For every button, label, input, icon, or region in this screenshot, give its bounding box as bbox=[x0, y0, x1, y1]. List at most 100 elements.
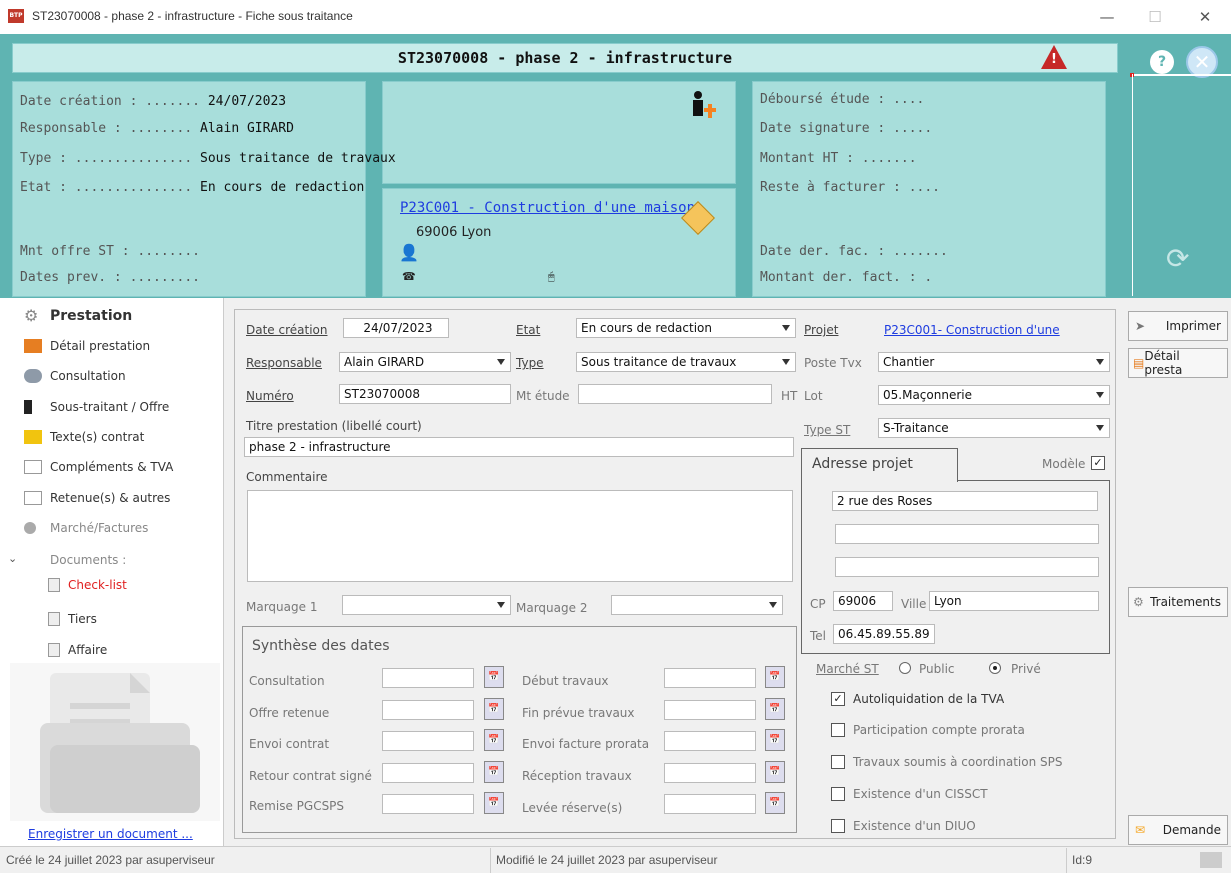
close-button[interactable]: ✕ bbox=[1190, 6, 1220, 28]
etat-value: En cours de redaction bbox=[581, 321, 712, 335]
demande-button[interactable]: ✉ Demande bbox=[1128, 815, 1228, 845]
tab-adresse-projet[interactable]: Adresse projet bbox=[801, 448, 958, 482]
minimize-button[interactable]: — bbox=[1092, 6, 1122, 28]
maximize-button[interactable]: ☐ bbox=[1140, 6, 1170, 28]
date-fin-field[interactable] bbox=[664, 700, 756, 720]
poste-tvx-select[interactable]: Chantier bbox=[878, 352, 1110, 372]
date-retour-field[interactable] bbox=[382, 763, 474, 783]
ville-field[interactable]: Lyon bbox=[929, 591, 1099, 611]
etat-select[interactable]: En cours de redaction bbox=[576, 318, 796, 338]
date-debut-field[interactable] bbox=[664, 668, 756, 688]
sidebar-item-complements[interactable]: Compléments & TVA bbox=[24, 457, 173, 477]
printer-icon: ➤ bbox=[1135, 319, 1146, 333]
project-link[interactable]: P23C001 - Construction d'une maison bbox=[400, 200, 695, 216]
lot-select[interactable]: 05.Maçonnerie bbox=[878, 385, 1110, 405]
commentaire-textarea[interactable] bbox=[247, 490, 793, 582]
address-line2[interactable] bbox=[835, 524, 1099, 544]
doc-item-label: Check-list bbox=[68, 578, 127, 592]
mt-etude-label: Mt étude bbox=[516, 389, 570, 403]
subcontractor-icon[interactable] bbox=[688, 90, 718, 126]
tel-field[interactable]: 06.45.89.55.89 bbox=[833, 624, 935, 644]
chevron-down-icon[interactable]: ⌄ bbox=[8, 552, 17, 565]
titre-field[interactable]: phase 2 - infrastructure bbox=[244, 437, 794, 457]
calendar-icon[interactable]: 📅 bbox=[484, 698, 504, 720]
type-st-select[interactable]: S-Traitance bbox=[878, 418, 1110, 438]
etat-label: Etat bbox=[516, 323, 541, 337]
sidebar-item-label: Consultation bbox=[50, 369, 126, 383]
calendar-icon[interactable]: 📅 bbox=[484, 792, 504, 814]
sidebar-item-texte[interactable]: Texte(s) contrat bbox=[24, 427, 144, 447]
sidebar-item-detail[interactable]: Détail prestation bbox=[24, 336, 150, 356]
marquage1-select[interactable] bbox=[342, 595, 511, 615]
mt-etude-field[interactable] bbox=[578, 384, 772, 404]
contact-person-icon[interactable]: 👤 bbox=[399, 243, 419, 262]
modele-checkbox[interactable]: ✓ bbox=[1091, 456, 1105, 470]
calendar-icon[interactable]: 📅 bbox=[484, 729, 504, 751]
diuo-label: Existence d'un DIUO bbox=[853, 819, 976, 833]
save-document-link[interactable]: Enregistrer un document ... bbox=[28, 827, 193, 841]
date-levee-field[interactable] bbox=[664, 794, 756, 814]
numero-field[interactable]: ST23070008 bbox=[339, 384, 511, 404]
calendar-icon[interactable]: 📅 bbox=[765, 761, 785, 783]
calendar-icon[interactable]: 📅 bbox=[765, 792, 785, 814]
prorata-checkbox[interactable] bbox=[831, 723, 845, 737]
date-remise-field[interactable] bbox=[382, 794, 474, 814]
date-consultation-field[interactable] bbox=[382, 668, 474, 688]
calendar-icon[interactable]: 📅 bbox=[484, 761, 504, 783]
montant-der-info: Montant der. fact. : . bbox=[760, 270, 933, 285]
responsable-select[interactable]: Alain GIRARD bbox=[339, 352, 511, 372]
print-button[interactable]: ➤ Imprimer bbox=[1128, 311, 1228, 341]
sidebar-item-label: Marché/Factures bbox=[50, 521, 149, 535]
mouse-icon[interactable]: 🖱 bbox=[548, 270, 555, 284]
address-line1[interactable]: 2 rue des Roses bbox=[832, 491, 1098, 511]
cissct-label: Existence d'un CISSCT bbox=[853, 787, 988, 801]
doc-item-tiers[interactable]: Tiers bbox=[48, 609, 97, 629]
sidebar-heading[interactable]: ⚙ Prestation bbox=[24, 306, 132, 326]
chevron-down-icon bbox=[769, 602, 777, 608]
diuo-checkbox[interactable] bbox=[831, 819, 845, 833]
marche-public-label: Public bbox=[919, 662, 955, 676]
date-prorata-field[interactable] bbox=[664, 731, 756, 751]
date-reception-field[interactable] bbox=[664, 763, 756, 783]
autoliquidation-checkbox[interactable]: ✓ bbox=[831, 692, 845, 706]
detail-presta-button[interactable]: ▤ Détail presta bbox=[1128, 348, 1228, 378]
marche-public-radio[interactable] bbox=[899, 662, 911, 674]
type-select[interactable]: Sous traitance de travaux bbox=[576, 352, 796, 372]
marche-prive-radio[interactable] bbox=[989, 662, 1001, 674]
sidebar-item-consultation[interactable]: Consultation bbox=[24, 366, 126, 386]
responsable-info: Responsable : ........ Alain GIRARD bbox=[20, 121, 294, 136]
refresh-icon[interactable]: ⟳ bbox=[1166, 242, 1189, 275]
cp-field[interactable]: 69006 bbox=[833, 591, 893, 611]
calendar-icon[interactable]: 📅 bbox=[765, 698, 785, 720]
date-creation-field[interactable]: 24/07/2023 bbox=[343, 318, 449, 338]
sidebar-item-sous-traitant[interactable]: Sous-traitant / Offre bbox=[24, 397, 169, 417]
chevron-down-icon bbox=[497, 359, 505, 365]
address-line3[interactable] bbox=[835, 557, 1099, 577]
marquage2-select[interactable] bbox=[611, 595, 783, 615]
sidebar-item-retenues[interactable]: Retenue(s) & autres bbox=[24, 488, 170, 508]
phone-icon[interactable]: ☎ bbox=[402, 270, 416, 283]
date-envoi-field[interactable] bbox=[382, 731, 474, 751]
resize-grip-icon[interactable] bbox=[1200, 852, 1222, 868]
type-st-label: Type ST bbox=[804, 423, 851, 437]
document-dropzone[interactable] bbox=[10, 663, 220, 821]
doc-item-affaire[interactable]: Affaire bbox=[48, 640, 107, 660]
cissct-checkbox[interactable] bbox=[831, 787, 845, 801]
list-icon bbox=[24, 339, 42, 353]
dates-group-title: Synthèse des dates bbox=[252, 638, 390, 654]
calendar-icon[interactable]: 📅 bbox=[765, 729, 785, 751]
doc-item-checklist[interactable]: Check-list bbox=[48, 575, 127, 595]
calendar-icon[interactable]: 📅 bbox=[484, 666, 504, 688]
mnt-offre-info: Mnt offre ST : ........ bbox=[20, 244, 201, 259]
date-offre-field[interactable] bbox=[382, 700, 474, 720]
calendar-icon[interactable]: 📅 bbox=[765, 666, 785, 688]
projet-link[interactable]: P23C001- Construction d'une bbox=[884, 323, 1060, 337]
sidebar-item-marche[interactable]: Marché/Factures bbox=[24, 518, 148, 538]
traitements-button[interactable]: ⚙ Traitements bbox=[1128, 587, 1228, 617]
help-icon[interactable]: ? bbox=[1150, 50, 1174, 74]
sps-checkbox[interactable] bbox=[831, 755, 845, 769]
modele-label: Modèle bbox=[1042, 457, 1086, 471]
document-icon bbox=[24, 491, 42, 505]
date-signature-info: Date signature : ..... bbox=[760, 121, 933, 136]
app-icon: BTP bbox=[8, 9, 24, 23]
